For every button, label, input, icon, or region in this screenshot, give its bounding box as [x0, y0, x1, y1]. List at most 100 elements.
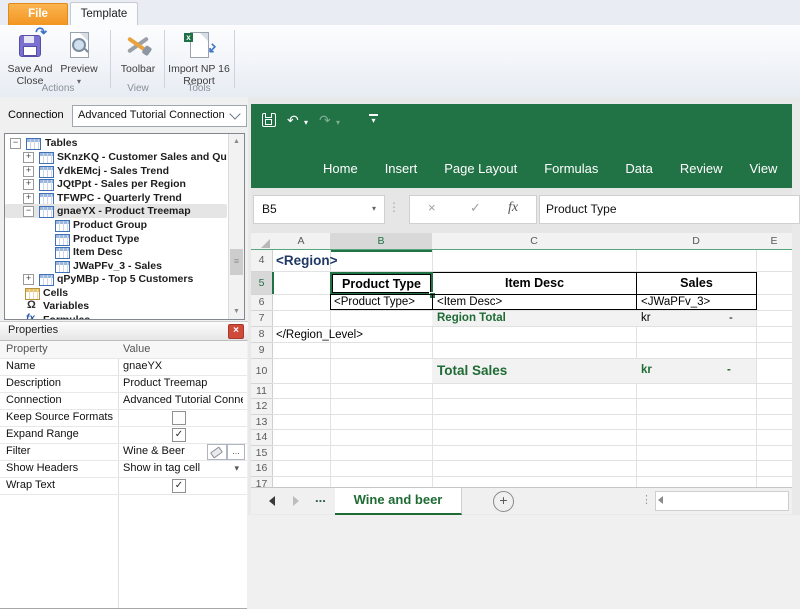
- tab-home[interactable]: Home: [323, 161, 358, 176]
- tab-insert[interactable]: Insert: [385, 161, 418, 176]
- tab-data[interactable]: Data: [625, 161, 652, 176]
- tab-formulas[interactable]: Formulas: [544, 161, 598, 176]
- tree-item-table[interactable]: + YdkEMcj - Sales Trend: [5, 164, 227, 178]
- dropdown-arrow-icon[interactable]: ▾: [234, 463, 239, 474]
- cancel-icon[interactable]: ×: [428, 200, 436, 215]
- tab-page-layout[interactable]: Page Layout: [444, 161, 517, 176]
- column-header-a[interactable]: A: [272, 233, 331, 250]
- column-header-e[interactable]: E: [756, 233, 792, 250]
- tree-item-table[interactable]: + qPyMBp - Top 5 Customers: [5, 272, 227, 286]
- cell-d7-currency[interactable]: kr: [641, 312, 651, 324]
- clear-filter-button[interactable]: [207, 444, 227, 460]
- more-sheets-button[interactable]: ...: [315, 490, 326, 505]
- column-header-c[interactable]: C: [432, 233, 637, 250]
- row-header-15[interactable]: 15: [251, 446, 273, 461]
- row-header-7[interactable]: 7: [251, 311, 273, 327]
- tree-item-column[interactable]: JWaPFv_3 - Sales: [5, 259, 227, 273]
- cell-c10-total-sales[interactable]: Total Sales: [437, 363, 507, 378]
- row-header-6[interactable]: 6: [251, 295, 273, 311]
- enter-icon[interactable]: ✓: [470, 200, 481, 216]
- expand-icon[interactable]: +: [23, 274, 34, 285]
- tree-item-table[interactable]: + TFWPC - Quarterly Trend: [5, 191, 227, 205]
- toolbar-button[interactable]: Toolbar: [114, 28, 162, 86]
- scroll-left-icon[interactable]: [658, 496, 663, 504]
- select-all-corner[interactable]: [251, 233, 273, 250]
- row-header-11[interactable]: 11: [251, 384, 273, 399]
- horizontal-scrollbar[interactable]: [655, 491, 789, 511]
- filter-ellipsis-button[interactable]: ...: [227, 444, 245, 460]
- cell-a4-region-tag[interactable]: <Region>: [276, 253, 338, 268]
- collapse-icon[interactable]: −: [23, 206, 34, 217]
- tab-template[interactable]: Template: [70, 2, 138, 27]
- property-row-filter[interactable]: Filter Wine & Beer ...: [0, 443, 247, 461]
- cell-a8-region-close-tag[interactable]: </Region_Level>: [276, 329, 363, 341]
- undo-icon[interactable]: ↶: [287, 112, 299, 129]
- tree-item-tables[interactable]: − Tables: [5, 136, 227, 150]
- checkbox-checked[interactable]: ✓: [172, 428, 186, 442]
- cell-c6-item-desc-tag[interactable]: <Item Desc>: [432, 294, 637, 310]
- tree-scrollbar[interactable]: ▲ ≡ ▼: [228, 134, 244, 319]
- customize-quick-access-icon[interactable]: ▾: [369, 114, 378, 126]
- tree-item-formulas[interactable]: fx Formulas: [5, 313, 227, 319]
- row-header-13[interactable]: 13: [251, 415, 273, 430]
- column-header-d[interactable]: D: [636, 233, 757, 250]
- quick-save-icon[interactable]: [262, 113, 276, 127]
- tree-item-table[interactable]: + JQtPpt - Sales per Region: [5, 177, 227, 191]
- sheet-nav-left-icon[interactable]: [269, 496, 275, 506]
- name-box[interactable]: B5 ▾: [253, 195, 385, 224]
- tab-view[interactable]: View: [750, 161, 778, 176]
- cell-d10-currency[interactable]: kr: [641, 364, 652, 376]
- tree-item-table[interactable]: + SKnzKQ - Customer Sales and Quantity: [5, 150, 227, 164]
- redo-icon[interactable]: ↷: [319, 112, 331, 129]
- row-header-4[interactable]: 4: [251, 250, 273, 272]
- preview-button[interactable]: Preview ▾: [56, 28, 102, 86]
- cell-d5-sales-header[interactable]: Sales: [636, 272, 757, 295]
- property-row-name[interactable]: Name gnaeYX: [0, 358, 247, 376]
- sheet-tab-active[interactable]: Wine and beer: [335, 488, 462, 515]
- scrollbar-thumb[interactable]: ≡: [230, 249, 243, 275]
- property-row-show-headers[interactable]: Show Headers Show in tag cell ▾: [0, 460, 247, 478]
- row-header-8[interactable]: 8: [251, 327, 273, 343]
- scroll-up-icon[interactable]: ▲: [229, 134, 244, 149]
- insert-function-icon[interactable]: fx: [508, 200, 518, 216]
- property-row-expand-range[interactable]: Expand Range ✓: [0, 426, 247, 444]
- cell-d6-sales-tag[interactable]: <JWaPFv_3>: [636, 294, 757, 310]
- expand-icon[interactable]: +: [23, 152, 34, 163]
- tree-item-column[interactable]: Item Desc: [5, 245, 227, 259]
- tree-item-column[interactable]: Product Group: [5, 218, 227, 232]
- cell-c5-item-desc-header[interactable]: Item Desc: [432, 272, 637, 295]
- expand-icon[interactable]: +: [23, 193, 34, 204]
- tab-review[interactable]: Review: [680, 161, 723, 176]
- collapse-icon[interactable]: −: [10, 138, 21, 149]
- name-box-dropdown-icon[interactable]: ▾: [372, 196, 376, 222]
- connection-select[interactable]: Advanced Tutorial Connection: [72, 105, 247, 127]
- cell-b6-product-type-tag[interactable]: <Product Type>: [330, 294, 433, 310]
- row-header-12[interactable]: 12: [251, 399, 273, 415]
- sheet-nav-right-icon[interactable]: [293, 496, 299, 506]
- scroll-down-icon[interactable]: ▼: [229, 304, 244, 319]
- expand-icon[interactable]: +: [23, 179, 34, 190]
- tab-file[interactable]: File: [8, 3, 68, 26]
- save-and-close-button[interactable]: ↷ Save And Close: [4, 25, 56, 87]
- tree-item-cells[interactable]: Cells: [5, 286, 227, 300]
- row-header-14[interactable]: 14: [251, 430, 273, 446]
- property-row-description[interactable]: Description Product Treemap: [0, 375, 247, 393]
- import-np-report-button[interactable]: x ↴ Import NP 16 Report: [168, 28, 230, 87]
- row-header-9[interactable]: 9: [251, 343, 273, 359]
- cell-c7-region-total[interactable]: Region Total: [437, 312, 506, 324]
- close-icon[interactable]: ×: [228, 324, 244, 339]
- expand-icon[interactable]: +: [23, 166, 34, 177]
- redo-dropdown-icon[interactable]: ▾: [336, 118, 340, 127]
- row-header-17[interactable]: 17: [251, 477, 273, 487]
- tree-item-variables[interactable]: Ω Variables: [5, 299, 227, 313]
- undo-dropdown-icon[interactable]: ▾: [304, 118, 308, 127]
- property-row-keep-source-formats[interactable]: Keep Source Formats: [0, 409, 247, 427]
- cell-d10-value[interactable]: -: [727, 364, 731, 376]
- property-row-wrap-text[interactable]: Wrap Text ✓: [0, 477, 247, 495]
- checkbox-checked[interactable]: ✓: [172, 479, 186, 493]
- add-sheet-icon[interactable]: +: [493, 491, 514, 512]
- checkbox-unchecked[interactable]: [172, 411, 186, 425]
- cell-b5-active[interactable]: Product Type: [330, 272, 433, 295]
- tree-item-column[interactable]: Product Type: [5, 232, 227, 246]
- tree-item-selected-table[interactable]: − gnaeYX - Product Treemap: [5, 204, 227, 218]
